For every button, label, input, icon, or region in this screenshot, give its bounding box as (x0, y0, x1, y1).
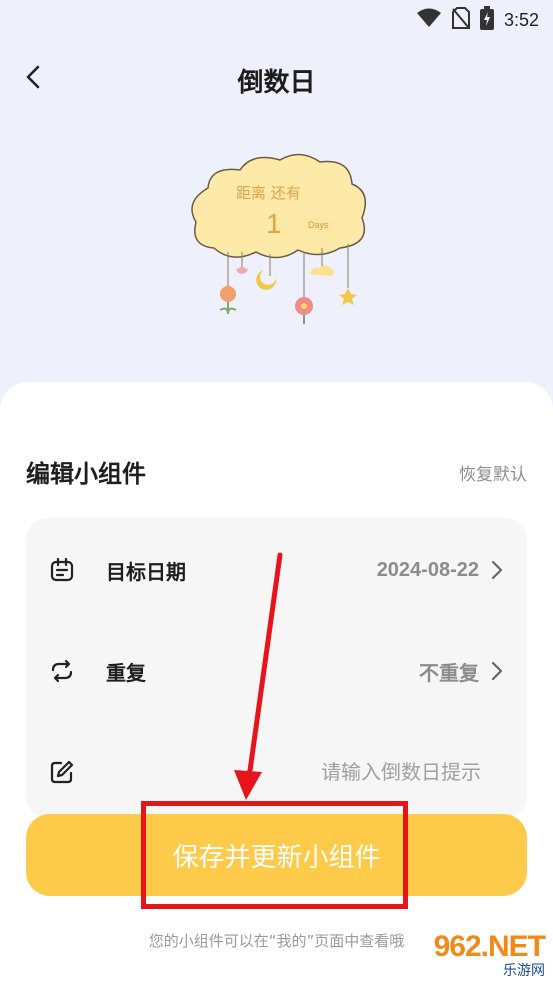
widget-form: 目标日期 2024-08-22 重复 不重复 (26, 518, 527, 818)
chevron-right-icon (491, 560, 505, 580)
calendar-icon (48, 556, 76, 584)
preview-unit-badge: Days (302, 218, 335, 232)
status-time: 3:52 (503, 9, 539, 30)
reminder-input[interactable] (106, 750, 481, 794)
preview-label: 距离 还有 (236, 184, 301, 202)
preview-number: 1 (266, 208, 282, 239)
repeat-row[interactable]: 重复 不重复 (26, 641, 527, 701)
target-date-row[interactable]: 目标日期 2024-08-22 (26, 540, 527, 600)
repeat-icon (48, 657, 76, 685)
page-title: 倒数日 (237, 68, 316, 98)
reminder-row (26, 742, 527, 802)
status-bar: 3:52 (0, 0, 553, 38)
status-icons: 3:52 (416, 6, 539, 34)
repeat-value: 不重复 (419, 660, 479, 685)
widget-preview: 距离 还有 1 Days (180, 148, 380, 328)
target-date-label: 目标日期 (106, 559, 186, 584)
watermark-main: 962.NET (433, 930, 546, 963)
wifi-icon (416, 8, 442, 32)
chevron-right-icon (491, 661, 505, 681)
watermark-sub: 乐游网 (503, 963, 545, 979)
repeat-label: 重复 (106, 660, 146, 685)
header: 倒数日 (0, 50, 553, 110)
edit-icon (48, 758, 76, 786)
save-update-widget-label: 保存并更新小组件 (172, 842, 381, 873)
restore-default-button[interactable]: 恢复默认 (459, 460, 527, 485)
target-date-value: 2024-08-22 (376, 558, 479, 581)
card-title: 编辑小组件 (26, 460, 146, 488)
edit-widget-card: 编辑小组件 恢复默认 目标日期 2024-08-22 重复 不重复 请输入倒数日… (0, 382, 553, 983)
watermark-logo: 962.NET 乐游网 (433, 930, 546, 980)
no-sim-icon (451, 7, 470, 33)
battery-charging-icon (479, 6, 494, 34)
save-update-widget-button[interactable]: 保存并更新小组件 (26, 814, 527, 896)
